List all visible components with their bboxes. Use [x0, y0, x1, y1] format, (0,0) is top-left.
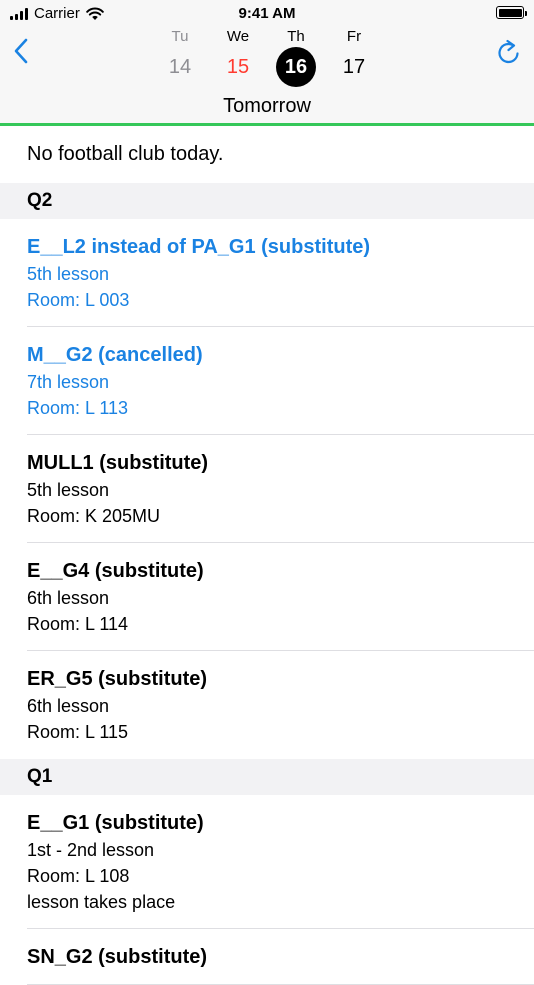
- entry-title: M__G2 (cancelled): [27, 344, 203, 366]
- day-picker-tu[interactable]: Tu 14: [155, 28, 205, 87]
- entry-title: E__G1 (substitute): [27, 812, 204, 834]
- weekday-label: Tu: [171, 28, 189, 45]
- list-item[interactable]: M__G2 (cancelled) 7th lesson Room: L 113: [0, 327, 534, 435]
- entry-title: E__G4 (substitute): [27, 560, 204, 582]
- day-picker-th[interactable]: Th 16: [271, 28, 321, 87]
- entry-title: ER_G5 (substitute): [27, 668, 208, 690]
- chevron-left-icon[interactable]: [10, 34, 38, 68]
- entry-title: SN_G2 (substitute): [27, 946, 208, 968]
- day-picker-we[interactable]: We 15: [213, 28, 263, 87]
- section-header-q1: Q1: [0, 759, 534, 795]
- day-picker-fr[interactable]: Fr 17: [329, 28, 379, 87]
- notice-text: No football club today.: [27, 143, 224, 165]
- entry-room: Room: L 113: [27, 398, 129, 418]
- navigation-bar: Tu 14 We 15 Th 16 Fr 17 Tomorrow: [0, 28, 534, 123]
- entry-lesson: 5th lesson: [27, 264, 110, 284]
- entry-title: MULL1 (substitute): [27, 452, 209, 474]
- page-title: Tomorrow: [223, 95, 311, 117]
- weekday-label: We: [226, 28, 250, 45]
- entry-room: Room: L 108: [27, 866, 130, 886]
- section-header-q2: Q2: [0, 183, 534, 219]
- entry-room: Room: K 205MU: [27, 506, 161, 526]
- date-label: 17: [342, 56, 366, 78]
- list-item[interactable]: MULL1 (substitute) 5th lesson Room: K 20…: [0, 435, 534, 543]
- entry-lesson: 6th lesson: [27, 588, 110, 608]
- date-label: 15: [226, 56, 250, 78]
- entry-lesson: 1st - 2nd lesson: [27, 840, 155, 860]
- list-item[interactable]: E__L2 instead of PA_G1 (substitute) 5th …: [0, 219, 534, 327]
- list-item[interactable]: E__G1 (substitute) 1st - 2nd lesson Room…: [0, 795, 534, 929]
- list-item[interactable]: E__G4 (substitute) 6th lesson Room: L 11…: [0, 543, 534, 651]
- entry-room: Room: L 003: [27, 290, 130, 310]
- status-time: 9:41 AM: [238, 5, 296, 22]
- battery-icon: [496, 6, 527, 19]
- status-bar: Carrier 9:41 AM: [0, 0, 534, 28]
- weekday-label: Fr: [346, 28, 362, 45]
- substitution-list: No football club today. Q2 E__L2 instead…: [0, 126, 534, 985]
- entry-title: E__L2 instead of PA_G1 (substitute): [27, 236, 371, 258]
- entry-lesson: 5th lesson: [27, 480, 110, 500]
- entry-lesson: 6th lesson: [27, 696, 110, 716]
- weekday-label: Th: [287, 28, 305, 45]
- refresh-icon[interactable]: [494, 34, 524, 68]
- entry-lesson: 7th lesson: [27, 372, 110, 392]
- date-label: 14: [168, 56, 192, 78]
- list-item[interactable]: ER_G5 (substitute) 6th lesson Room: L 11…: [0, 651, 534, 759]
- entry-note: lesson takes place: [27, 892, 176, 912]
- selected-date-label: 16: [276, 47, 316, 87]
- list-item[interactable]: SN_G2 (substitute): [0, 929, 534, 985]
- entry-room: Room: L 115: [27, 722, 129, 742]
- entry-room: Room: L 114: [27, 614, 129, 634]
